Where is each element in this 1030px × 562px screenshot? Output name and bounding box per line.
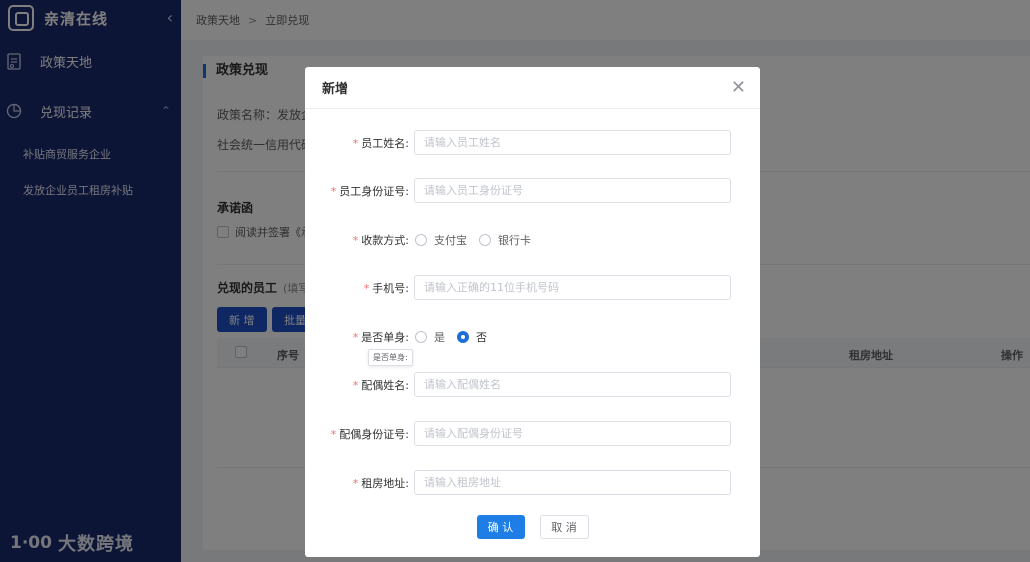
form-row-address: * 租房地址:: [305, 470, 760, 495]
address-input[interactable]: [414, 470, 731, 495]
dialog-footer: 确 认 取 消: [305, 515, 760, 539]
form-row-name: * 员工姓名:: [305, 130, 760, 155]
label-text: 收款方式:: [361, 234, 409, 247]
form-row-single: * 是否单身: 是 否: [305, 324, 760, 349]
radio-dot[interactable]: [415, 234, 427, 246]
label-text: 租房地址:: [361, 477, 409, 490]
required-mark: *: [363, 282, 370, 295]
field-label: * 配偶姓名:: [353, 377, 409, 393]
single-tooltip: 是否单身:: [368, 349, 413, 366]
radio-label: 支付宝: [434, 234, 467, 247]
required-mark: *: [330, 185, 337, 198]
label-text: 手机号:: [372, 282, 409, 295]
single-radio-group: 是 否: [415, 329, 499, 345]
radio-bank-card[interactable]: 银行卡: [479, 232, 531, 248]
field-label: * 是否单身:: [353, 329, 409, 345]
cancel-button[interactable]: 取 消: [539, 515, 589, 539]
radio-alipay[interactable]: 支付宝: [415, 232, 467, 248]
form-row-payment: * 收款方式: 支付宝 银行卡: [305, 227, 760, 252]
field-label: * 员工身份证号:: [331, 183, 409, 199]
dialog-title: 新增: [305, 67, 760, 109]
required-mark: *: [352, 234, 359, 247]
field-label: * 配偶身份证号:: [331, 426, 409, 442]
label-text: 员工姓名:: [361, 137, 409, 150]
label-text: 是否单身:: [361, 331, 409, 344]
radio-label: 是: [434, 331, 445, 344]
field-label: * 手机号:: [364, 280, 409, 296]
radio-no[interactable]: 否: [457, 329, 487, 345]
required-mark: *: [352, 331, 359, 344]
form-row-spouse-id: * 配偶身份证号:: [305, 421, 760, 446]
confirm-button[interactable]: 确 认: [476, 515, 525, 539]
spouse-id-input[interactable]: [414, 421, 731, 446]
radio-dot[interactable]: [415, 331, 427, 343]
field-label: * 员工姓名:: [353, 135, 409, 151]
required-mark: *: [352, 477, 359, 490]
label-text: 配偶姓名:: [361, 379, 409, 392]
radio-yes[interactable]: 是: [415, 329, 445, 345]
phone-input[interactable]: [414, 275, 731, 300]
close-icon[interactable]: ✕: [731, 79, 746, 97]
required-mark: *: [352, 379, 359, 392]
spouse-name-input[interactable]: [414, 372, 731, 397]
radio-label: 银行卡: [498, 234, 531, 247]
form-row-spouse-name: * 配偶姓名:: [305, 372, 760, 397]
field-label: * 租房地址:: [353, 475, 409, 491]
form-row-phone: * 手机号:: [305, 275, 760, 300]
field-label: * 收款方式:: [353, 232, 409, 248]
required-mark: *: [352, 137, 359, 150]
add-employee-dialog: 新增 ✕ *员工姓名: *员工身份证号: *收款方式: 支付宝 银行卡 *手机号…: [305, 67, 760, 557]
required-mark: *: [330, 428, 337, 441]
radio-dot[interactable]: [479, 234, 491, 246]
employee-name-input[interactable]: [414, 130, 731, 155]
payment-radio-group: 支付宝 银行卡: [415, 232, 543, 248]
label-text: 配偶身份证号:: [339, 428, 409, 441]
employee-id-input[interactable]: [414, 178, 731, 203]
form-row-id: * 员工身份证号:: [305, 178, 760, 203]
label-text: 员工身份证号:: [339, 185, 409, 198]
radio-dot[interactable]: [457, 331, 469, 343]
radio-label: 否: [476, 331, 487, 344]
